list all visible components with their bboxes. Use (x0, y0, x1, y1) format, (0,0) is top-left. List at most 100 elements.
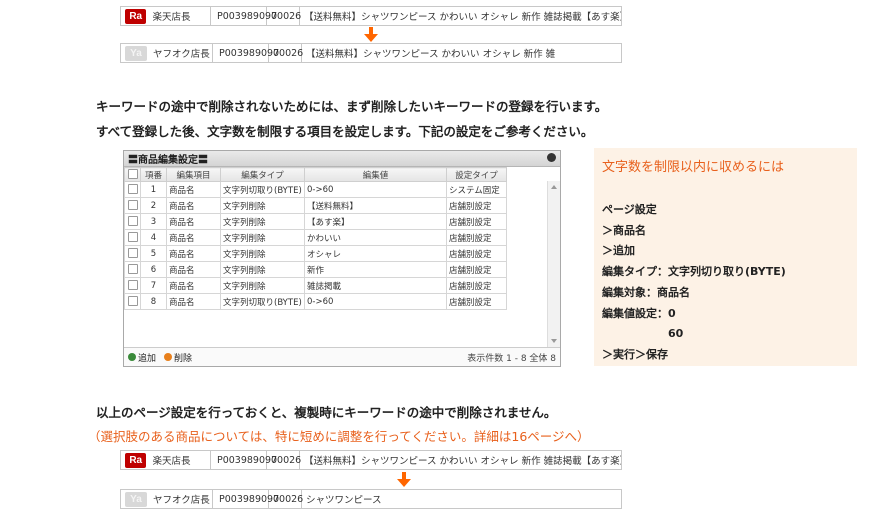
row-checkbox[interactable] (124, 229, 141, 246)
info-line: 編集タイプ：文字列切り取り(BYTE) (602, 265, 786, 279)
table-header-row: 項番 編集項目 編集タイプ 編集値 設定タイプ (124, 167, 507, 182)
panel-title: 〓商品編集設定〓 (124, 151, 560, 167)
product-code: P003989097 (213, 44, 279, 62)
cell-type: 文字列削除 (220, 197, 305, 214)
product-number: 00026 (267, 451, 301, 469)
rakuten-badge-icon: Ra (125, 452, 147, 468)
yahoo-product-row: Ya ヤフオク店長 P003989097 00026 シャツワンピース (120, 489, 622, 509)
info-line: ページ設定 (602, 203, 657, 216)
info-line: ＞追加 (602, 244, 635, 258)
cell-type: 文字列削除 (220, 277, 305, 294)
product-title: 【送料無料】シャツワンピース かわいい オシャレ 新作 雑 (306, 49, 556, 60)
product-number: 00026 (269, 44, 303, 62)
delete-label: 削除 (174, 353, 193, 364)
rakuten-badge-icon: Ra (125, 8, 147, 24)
info-box: 文字数を制限以内に収めるには ページ設定 ＞商品名 ＞追加 編集タイプ：文字列切… (594, 148, 857, 366)
scroll-down-icon[interactable] (551, 339, 557, 343)
cell-index: 2 (140, 197, 167, 214)
row-checkbox[interactable] (124, 293, 141, 310)
col-header-index: 項番 (140, 167, 167, 182)
cell-setting: 店舗別設定 (446, 245, 507, 262)
panel-title-text: 〓商品編集設定〓 (128, 155, 208, 166)
cell-index: 7 (140, 277, 167, 294)
cell-type: 文字列削除 (220, 213, 305, 230)
select-all-checkbox[interactable] (124, 167, 141, 182)
cell-type: 文字列削除 (220, 245, 305, 262)
add-label: 追加 (138, 353, 157, 364)
yahoo-badge-icon: Ya (125, 491, 147, 507)
info-line: ＞実行＞保存 (602, 347, 668, 361)
cell-field: 商品名 (166, 245, 221, 262)
cell-setting: 店舗別設定 (446, 213, 507, 230)
row-checkbox[interactable] (124, 197, 141, 214)
row-checkbox[interactable] (124, 245, 141, 262)
table-row[interactable]: 3 商品名 文字列削除 【あす楽】 店舗別設定 (124, 213, 507, 230)
cell-setting: 店舗別設定 (446, 229, 507, 246)
table-row[interactable]: 2 商品名 文字列削除 【送料無料】 店舗別設定 (124, 197, 507, 214)
rakuten-product-row: Ra 楽天店長 P003989097 00026 【送料無料】シャツワンピース … (120, 6, 622, 26)
arrow-down-icon (364, 27, 378, 43)
paging-info: 表示件数 1 - 8 全体 8 (467, 353, 556, 364)
info-lines: ページ設定 ＞商品名 ＞追加 編集タイプ：文字列切り取り(BYTE) 編集対象：… (602, 200, 786, 366)
cell-value: かわいい (304, 229, 447, 246)
row-checkbox[interactable] (124, 277, 141, 294)
vertical-scrollbar[interactable] (547, 181, 560, 349)
cell-index: 3 (140, 213, 167, 230)
info-title: 文字数を制限以内に収めるには (602, 160, 785, 175)
collapse-icon[interactable] (547, 153, 556, 162)
table-row[interactable]: 4 商品名 文字列削除 かわいい 店舗別設定 (124, 229, 507, 246)
cell-index: 5 (140, 245, 167, 262)
delete-button[interactable]: 削除 (164, 351, 192, 364)
instruction-text-2: すべて登録した後、文字数を制限する項目を設定します。下記の設定をご参考ください。 (96, 124, 594, 139)
instruction-text-3: 以上のページ設定を行っておくと、複製時にキーワードの途中で削除されません。 (96, 405, 557, 420)
settings-table: 項番 編集項目 編集タイプ 編集値 設定タイプ 1 商品名 文字列切取り(BYT… (124, 167, 507, 310)
row-checkbox[interactable] (124, 213, 141, 230)
cell-field: 商品名 (166, 277, 221, 294)
product-title: 【送料無料】シャツワンピース かわいい オシャレ 新作 雑誌掲載【あす楽】 (303, 456, 621, 467)
cell-type: 文字列切取り(BYTE) (220, 181, 305, 198)
cell-field: 商品名 (166, 197, 221, 214)
cell-value: オシャレ (304, 245, 447, 262)
table-row[interactable]: 7 商品名 文字列削除 雑誌掲載 店舗別設定 (124, 277, 507, 294)
col-header-setting: 設定タイプ (446, 167, 507, 182)
product-title: シャツワンピース (306, 495, 382, 506)
scroll-up-icon[interactable] (551, 185, 557, 189)
product-code: P003989097 (213, 490, 279, 508)
cell-index: 1 (140, 181, 167, 198)
row-checkbox[interactable] (124, 181, 141, 198)
cell-setting: システム固定 (446, 181, 507, 198)
cell-field: 商品名 (166, 293, 221, 310)
table-row[interactable]: 5 商品名 文字列削除 オシャレ 店舗別設定 (124, 245, 507, 262)
col-header-type: 編集タイプ (220, 167, 305, 182)
row-checkbox[interactable] (124, 261, 141, 278)
product-title: 【送料無料】シャツワンピース かわいい オシャレ 新作 雑誌掲載【あす楽】 (303, 12, 621, 23)
store-name: ヤフオク店長 (147, 44, 213, 62)
cell-value: 【あす楽】 (304, 213, 447, 230)
yahoo-product-row: Ya ヤフオク店長 P003989097 00026 【送料無料】シャツワンピー… (120, 43, 622, 63)
product-edit-settings-panel: 〓商品編集設定〓 項番 編集項目 編集タイプ 編集値 設定タイプ 1 商品名 文… (123, 150, 561, 367)
cell-value: 【送料無料】 (304, 197, 447, 214)
delete-icon (164, 353, 173, 361)
cell-field: 商品名 (166, 181, 221, 198)
product-code: P003989097 (211, 451, 277, 469)
col-header-field: 編集項目 (166, 167, 221, 182)
instruction-text-1: キーワードの途中で削除されないためには、まず削除したいキーワードの登録を行います… (96, 99, 608, 114)
table-row[interactable]: 1 商品名 文字列切取り(BYTE) 0->60 システム固定 (124, 181, 507, 198)
product-number: 00026 (267, 7, 301, 25)
cell-setting: 店舗別設定 (446, 277, 507, 294)
cell-value: 0->60 (304, 181, 447, 198)
table-row[interactable]: 8 商品名 文字列切取り(BYTE) 0->60 店舗別設定 (124, 293, 507, 310)
cell-index: 8 (140, 293, 167, 310)
cell-field: 商品名 (166, 261, 221, 278)
info-line: ＞商品名 (602, 223, 646, 237)
table-row[interactable]: 6 商品名 文字列削除 新作 店舗別設定 (124, 261, 507, 278)
cell-type: 文字列切取り(BYTE) (220, 293, 305, 310)
cell-setting: 店舗別設定 (446, 293, 507, 310)
yahoo-badge-icon: Ya (125, 45, 147, 61)
cell-index: 4 (140, 229, 167, 246)
add-button[interactable]: 追加 (128, 351, 156, 364)
product-number: 00026 (269, 490, 303, 508)
cell-setting: 店舗別設定 (446, 197, 507, 214)
add-icon (128, 353, 136, 361)
info-line: 60 (668, 327, 684, 341)
